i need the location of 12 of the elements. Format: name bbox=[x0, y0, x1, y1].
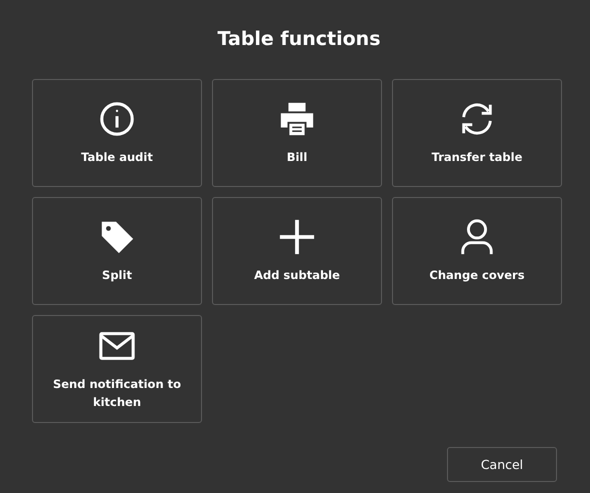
function-tile[interactable]: Send notification to kitchen bbox=[32, 315, 202, 423]
info-icon bbox=[98, 100, 136, 138]
cancel-button[interactable]: Cancel bbox=[447, 447, 557, 482]
dialog-title: Table functions bbox=[216, 27, 382, 52]
printer-icon bbox=[278, 100, 316, 138]
function-tile[interactable]: Transfer table bbox=[392, 79, 562, 187]
function-tile[interactable]: Add subtable bbox=[212, 197, 382, 305]
function-tile[interactable]: Bill bbox=[212, 79, 382, 187]
function-tile[interactable]: Change covers bbox=[392, 197, 562, 305]
function-tile[interactable]: Table audit bbox=[32, 79, 202, 187]
plus-icon bbox=[278, 218, 316, 256]
function-tile[interactable]: Split bbox=[32, 197, 202, 305]
